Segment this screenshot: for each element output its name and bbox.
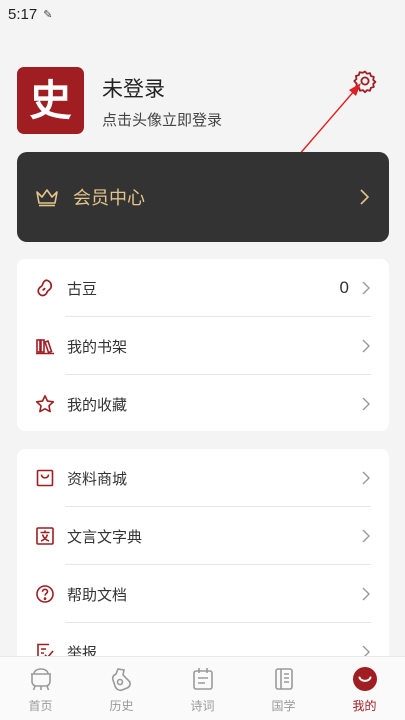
pen-icon: ✎	[43, 8, 53, 21]
gear-icon[interactable]	[353, 69, 377, 93]
tab-history[interactable]: 历史	[81, 657, 162, 720]
cauldron-icon	[30, 668, 51, 691]
bookshelf-icon	[36, 339, 54, 355]
menu-item-shop[interactable]: 资料商城	[17, 449, 389, 507]
tab-label: 国学	[271, 699, 296, 713]
tab-home[interactable]: 首页	[0, 657, 81, 720]
menu-item-label: 文言文字典	[67, 527, 143, 546]
chevron-right-icon	[360, 189, 370, 205]
star-icon	[35, 395, 55, 413]
dictionary-icon	[36, 527, 54, 545]
help-icon	[36, 585, 54, 603]
chevron-right-icon	[362, 339, 370, 353]
avatar-logo: 史	[29, 75, 72, 125]
calendar-icon	[192, 668, 213, 690]
menu-item-bookshelf[interactable]: 我的书架	[17, 317, 389, 375]
scroll-book-icon	[274, 668, 293, 690]
chevron-right-icon	[362, 587, 370, 601]
menu-item-dictionary[interactable]: 文言文字典	[17, 507, 389, 565]
menu-group-personal: 古豆 0 我的书架 我的收藏	[17, 259, 389, 431]
bean-icon	[37, 279, 53, 297]
login-hint[interactable]: 点击头像立即登录	[102, 109, 222, 130]
status-time: 5:17	[8, 5, 38, 23]
tab-mine[interactable]: 我的	[324, 657, 405, 720]
menu-item-help[interactable]: 帮助文档	[17, 565, 389, 623]
gudou-count: 0	[339, 278, 349, 297]
user-name[interactable]: 未登录	[102, 73, 165, 103]
tab-poetry[interactable]: 诗词	[162, 657, 243, 720]
tab-label: 首页	[28, 699, 53, 713]
chevron-right-icon	[362, 397, 370, 411]
menu-item-label: 我的书架	[67, 337, 128, 356]
chevron-right-icon	[362, 529, 370, 543]
crown-icon	[36, 189, 58, 207]
vip-center-label: 会员中心	[73, 188, 145, 209]
menu-item-label: 资料商城	[67, 469, 128, 488]
shop-bag-icon	[36, 469, 54, 487]
tab-label: 我的	[352, 699, 377, 713]
menu-item-label: 我的收藏	[67, 395, 128, 414]
status-bar: 5:17 ✎	[0, 0, 405, 28]
chevron-right-icon	[362, 471, 370, 485]
profile-header: 史 未登录 点击头像立即登录	[17, 67, 389, 137]
bottom-tab-bar: 首页 历史 诗词 国学 我的	[0, 656, 405, 720]
tab-label: 历史	[109, 699, 134, 713]
chevron-right-icon	[362, 281, 370, 295]
tab-label: 诗词	[190, 699, 215, 713]
menu-item-label: 古豆	[67, 279, 98, 298]
history-icon	[111, 668, 131, 692]
avatar[interactable]: 史	[17, 67, 84, 134]
menu-item-favorites[interactable]: 我的收藏	[17, 375, 389, 433]
tab-guoxue[interactable]: 国学	[243, 657, 324, 720]
profile-face-icon	[352, 667, 377, 691]
menu-item-label: 帮助文档	[67, 585, 128, 604]
menu-item-gudou[interactable]: 古豆 0	[17, 259, 389, 317]
menu-group-services: 资料商城 文言文字典 帮助文档 举报	[17, 449, 389, 679]
vip-center-card[interactable]: 会员中心	[17, 152, 389, 242]
